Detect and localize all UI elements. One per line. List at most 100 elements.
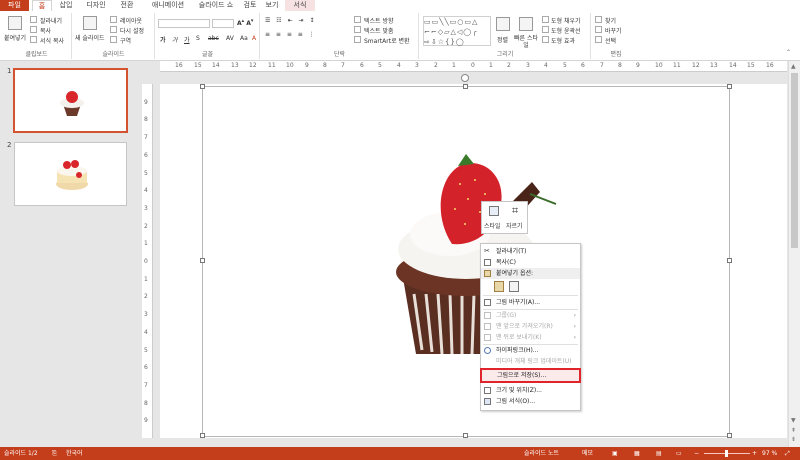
resize-handle-br[interactable] — [727, 433, 732, 438]
collapse-ribbon-icon[interactable]: ⌃ — [786, 49, 791, 56]
zoom-in-icon[interactable]: + — [752, 447, 757, 460]
font-size-combo[interactable] — [212, 19, 234, 28]
format-painter-button[interactable]: 서식 복사 — [40, 36, 64, 45]
ruler-tick-label: 7 — [341, 62, 345, 69]
crop-button[interactable]: ⌗ 자르기 — [506, 204, 527, 233]
tab-slideshow[interactable]: 슬라이드 쇼 — [195, 0, 237, 11]
menu-item-hyperlink[interactable]: 하이퍼링크(H)... — [481, 345, 580, 356]
resize-handle-tr[interactable] — [727, 84, 732, 89]
font-name-combo[interactable] — [158, 19, 210, 28]
zoom-level[interactable]: 97 % — [762, 447, 777, 460]
resize-handle-tl[interactable] — [200, 84, 205, 89]
menu-item-bring-front[interactable]: 맨 앞으로 가져오기(R) › — [481, 321, 580, 332]
ruler-tick-label: 6 — [360, 62, 364, 69]
italic-icon[interactable]: 가 — [172, 35, 178, 44]
slide-thumbnail-1[interactable] — [13, 68, 128, 133]
scissors-icon — [30, 16, 37, 23]
quick-styles-icon[interactable] — [519, 17, 533, 31]
menu-item-copy[interactable]: 복사(C) — [481, 257, 580, 268]
find-button[interactable]: 찾기 — [605, 16, 616, 25]
menu-item-change-picture[interactable]: 그림 바꾸기(A)... — [481, 297, 580, 308]
new-slide-icon[interactable] — [83, 16, 97, 30]
slides-group: 새 슬라이드 레이아웃 다시 설정 구역 슬라이드 — [73, 13, 155, 59]
slide-canvas[interactable] — [160, 74, 787, 438]
language-indicator[interactable]: 한국어 — [66, 447, 83, 460]
scrollbar-thumb[interactable] — [791, 73, 798, 248]
smartart-button[interactable]: SmartArt로 변환 — [364, 36, 410, 45]
comments-button[interactable]: 메모 — [582, 447, 593, 460]
tab-file[interactable]: 파일 — [0, 0, 29, 11]
menu-item-save-as-picture[interactable]: 그림으로 저장(S)... — [480, 368, 581, 383]
new-slide-button[interactable]: 새 슬라이드 — [75, 33, 105, 42]
tab-transitions[interactable]: 전환 — [114, 0, 140, 11]
slide-sorter-icon[interactable]: ▦ — [634, 447, 640, 460]
section-button[interactable]: 구역 — [120, 36, 131, 45]
zoom-slider-thumb[interactable] — [725, 450, 728, 457]
shapes-gallery[interactable]: ▭▭╲╲▭○▭△ ⌐⌐◇▱△◁◯╭ ⇨⇩☆{}◯ — [423, 16, 491, 46]
resize-handle-l[interactable] — [200, 258, 205, 263]
slide-thumbnail-2[interactable] — [14, 142, 127, 206]
align-text-button[interactable]: 텍스트 맞춤 — [364, 26, 394, 35]
notes-button[interactable]: 슬라이드 노트 — [524, 447, 559, 460]
menu-item-cut[interactable]: ✂ 잘라내기(T) — [481, 246, 580, 257]
cut-button[interactable]: 잘라내기 — [40, 16, 62, 25]
layout-icon — [110, 16, 117, 23]
tab-design[interactable]: 디자인 — [81, 0, 111, 11]
replace-button[interactable]: 바꾸기 — [605, 26, 622, 35]
menu-item-size-position[interactable]: 크기 및 위치(Z)... — [481, 385, 580, 396]
arrange-button[interactable]: 정렬 — [497, 35, 508, 44]
normal-view-icon[interactable]: ▣ — [612, 447, 618, 460]
fit-slide-icon[interactable]: ⤢ — [785, 447, 790, 460]
tab-format[interactable]: 서식 — [285, 0, 315, 11]
spacing-icon[interactable]: AV — [226, 35, 234, 42]
tab-insert[interactable]: 삽입 — [54, 0, 78, 11]
text-direction-button[interactable]: 텍스트 방향 — [364, 16, 394, 25]
scroll-down-icon[interactable]: ▼ — [791, 417, 796, 424]
shape-outline-button[interactable]: 도형 윤곽선 — [551, 26, 581, 35]
spellcheck-icon[interactable]: ⎘ — [52, 447, 57, 460]
shape-effects-button[interactable]: 도형 효과 — [551, 36, 575, 45]
grow-font-icon[interactable]: A▴ A▾ — [237, 18, 253, 27]
paste-keep-format-icon[interactable] — [494, 281, 504, 292]
quick-styles-button[interactable]: 빠른 스타일 — [514, 35, 538, 49]
paste-button[interactable]: 붙여넣기 — [4, 33, 26, 42]
slideshow-view-icon[interactable]: ▭ — [676, 447, 682, 460]
resize-handle-t[interactable] — [463, 84, 468, 89]
resize-handle-bl[interactable] — [200, 433, 205, 438]
prev-slide-icon[interactable]: ⇞ — [791, 427, 796, 434]
reset-button[interactable]: 다시 설정 — [120, 26, 144, 35]
menu-item-group[interactable]: 그룹(G) › — [481, 310, 580, 321]
tab-home[interactable]: 홈 — [32, 0, 52, 11]
bring-front-icon — [484, 323, 491, 330]
font-color-icon[interactable]: A — [252, 35, 256, 42]
tab-review[interactable]: 검토 — [240, 0, 260, 11]
menu-item-send-back[interactable]: 맨 뒤로 보내기(K) › — [481, 332, 580, 343]
zoom-out-icon[interactable]: − — [694, 447, 699, 460]
layout-button[interactable]: 레이아웃 — [120, 16, 142, 25]
shadow-icon[interactable]: S — [196, 35, 200, 42]
underline-icon[interactable]: 가 — [184, 35, 190, 44]
list-icons[interactable]: ☰ ☷ ⇤ ⇥ ↕ — [265, 17, 316, 24]
scroll-up-icon[interactable]: ▲ — [791, 63, 796, 70]
status-bar: 슬라이드 1/2 ⎘ 한국어 슬라이드 노트 메모 ▣ ▦ ▤ ▭ − + 97… — [0, 447, 800, 460]
resize-handle-r[interactable] — [727, 258, 732, 263]
tab-animations[interactable]: 애니메이션 — [143, 0, 193, 11]
menu-item-format-picture[interactable]: 그림 서식(O)... — [481, 396, 580, 407]
tab-view[interactable]: 보기 — [262, 0, 282, 11]
menu-item-action-settings[interactable]: 미디어 개체 링크 업데이트(U) — [481, 356, 580, 367]
bold-icon[interactable]: 가 — [160, 35, 166, 44]
case-icon[interactable]: Aa — [240, 35, 248, 42]
align-icons[interactable]: ≡ ≡ ≡ ≡ ⋮ — [265, 31, 317, 38]
paste-icon[interactable] — [8, 16, 22, 30]
paste-picture-icon[interactable] — [509, 281, 519, 292]
vertical-scrollbar[interactable]: ▲ ▼ ⇞ ⇟ — [788, 61, 800, 447]
shape-fill-button[interactable]: 도형 채우기 — [551, 16, 581, 25]
reading-view-icon[interactable]: ▤ — [656, 447, 662, 460]
strike-icon[interactable]: abc — [208, 35, 219, 42]
next-slide-icon[interactable]: ⇟ — [791, 436, 796, 443]
select-button[interactable]: 선택 — [605, 36, 616, 45]
rotate-handle[interactable] — [461, 74, 469, 82]
arrange-icon[interactable] — [496, 17, 510, 31]
copy-button[interactable]: 복사 — [40, 26, 51, 35]
style-button[interactable]: 스타일 — [484, 204, 505, 233]
